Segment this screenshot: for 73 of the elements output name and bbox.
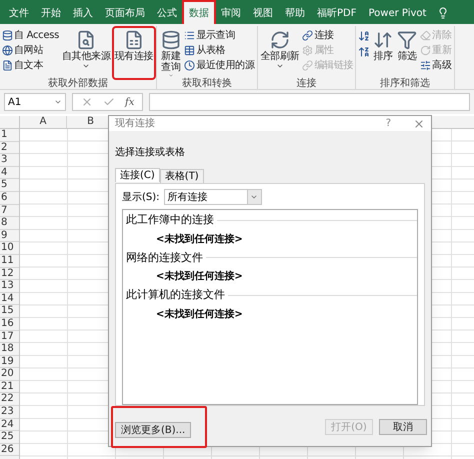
dialog-button[interactable]: 浏览更多(B)... [115,422,192,438]
row-header[interactable]: 22 [0,393,19,406]
ribbon-tab[interactable]: 审阅 [216,2,246,24]
large-ribbon-button[interactable]: 新建查询 [159,28,182,78]
row-header[interactable]: 26 [0,444,19,456]
row-header[interactable]: 6 [0,192,19,205]
row-header[interactable]: 21 [0,380,19,394]
dialog-tab[interactable]: 连接(C) [115,168,160,182]
group-label: 排序和筛选 [378,78,431,89]
row-header[interactable]: 4 [0,166,19,180]
help-button[interactable]: ? [386,116,391,131]
ribbon-button[interactable]: 最近使用的源 [184,58,255,73]
ribbon-tab[interactable]: 公式 [152,2,182,24]
large-ribbon-button[interactable]: 自其他来源 [61,28,112,78]
ribbon-tab[interactable]: 帮助 [280,2,310,24]
row-header[interactable]: 14 [0,292,19,306]
ribbon-tab[interactable]: 视图 [248,2,278,24]
row-header[interactable]: 13 [0,280,19,293]
ribbon-tab[interactable]: 福昕PDF [312,2,362,24]
ribbon-tab[interactable]: 文件 [4,2,34,24]
row-header[interactable]: 24 [0,418,19,432]
row-header[interactable]: 17 [0,330,19,344]
ribbon-button[interactable]: 自文本 [2,58,60,73]
row-header[interactable]: 12 [0,268,19,280]
row-header[interactable]: 5 [0,179,19,192]
group-label: 获取和转换 [180,78,233,89]
insert-function-button[interactable]: fx [125,94,134,110]
row-header[interactable]: 11 [0,254,19,268]
section-title: 此计算机的连接文件 [126,287,225,303]
ribbon-tab[interactable]: 开始 [36,2,66,24]
section-title: 网络的连接文件 [126,250,203,266]
section-title: 此工作簿中的连接 [126,212,214,228]
row-header[interactable]: 2 [0,142,19,154]
empty-message: <未找到任何连接> [156,270,244,284]
row-header[interactable]: 7 [0,204,19,218]
ribbon-button[interactable]: 连接 [302,28,354,43]
row-header[interactable]: 25 [0,431,19,444]
ribbon-tab[interactable]: 数据 [184,2,214,24]
large-ribbon-button[interactable]: 筛选 [396,28,418,78]
name-box[interactable]: A1 [4,93,66,111]
group-label: 连接 [295,78,318,89]
empty-message: <未找到任何连接> [156,232,244,246]
dialog-tab[interactable]: 表格(T) [160,169,204,183]
group-label: 获取外部数据 [47,78,110,89]
ribbon-tab[interactable]: 插入 [68,2,98,24]
row-header[interactable]: 3 [0,154,19,167]
row-header[interactable]: 10 [0,242,19,255]
dialog-prompt: 选择连接或表格 [115,146,186,160]
ribbon-button[interactable]: 自 Access [2,28,60,43]
row-header[interactable]: 23 [0,406,19,419]
ribbon-button[interactable]: 从表格 [184,43,255,58]
show-dropdown[interactable]: 所有连接 [164,189,262,205]
row-header[interactable]: 9 [0,230,19,242]
show-label: 显示(S): [122,190,160,204]
ribbon-button[interactable]: 显示查询 [184,28,255,43]
large-ribbon-button[interactable]: 排序 [372,28,394,78]
large-ribbon-button[interactable]: 全部刷新 [260,28,300,78]
ribbon-button[interactable]: 自网站 [2,43,60,58]
ribbon-tab[interactable]: 页面布局 [100,2,150,24]
row-header[interactable]: 18 [0,343,19,356]
row-header[interactable]: 15 [0,305,19,318]
dialog-button[interactable]: 取消 [379,419,427,435]
column-header[interactable]: A [20,116,67,128]
row-header[interactable]: 8 [0,217,19,230]
row-header[interactable]: 16 [0,318,19,330]
row-header[interactable]: 19 [0,356,19,368]
row-header[interactable]: 1 [0,129,19,142]
large-ribbon-button[interactable]: 现有连接 [114,28,154,78]
dialog-title: 现有连接 [115,116,156,131]
empty-message: <未找到任何连接> [156,308,244,322]
row-header[interactable]: 20 [0,368,19,381]
ribbon-tab[interactable]: Power Pivot [363,2,432,24]
ribbon-button[interactable]: 高级 [420,58,452,73]
